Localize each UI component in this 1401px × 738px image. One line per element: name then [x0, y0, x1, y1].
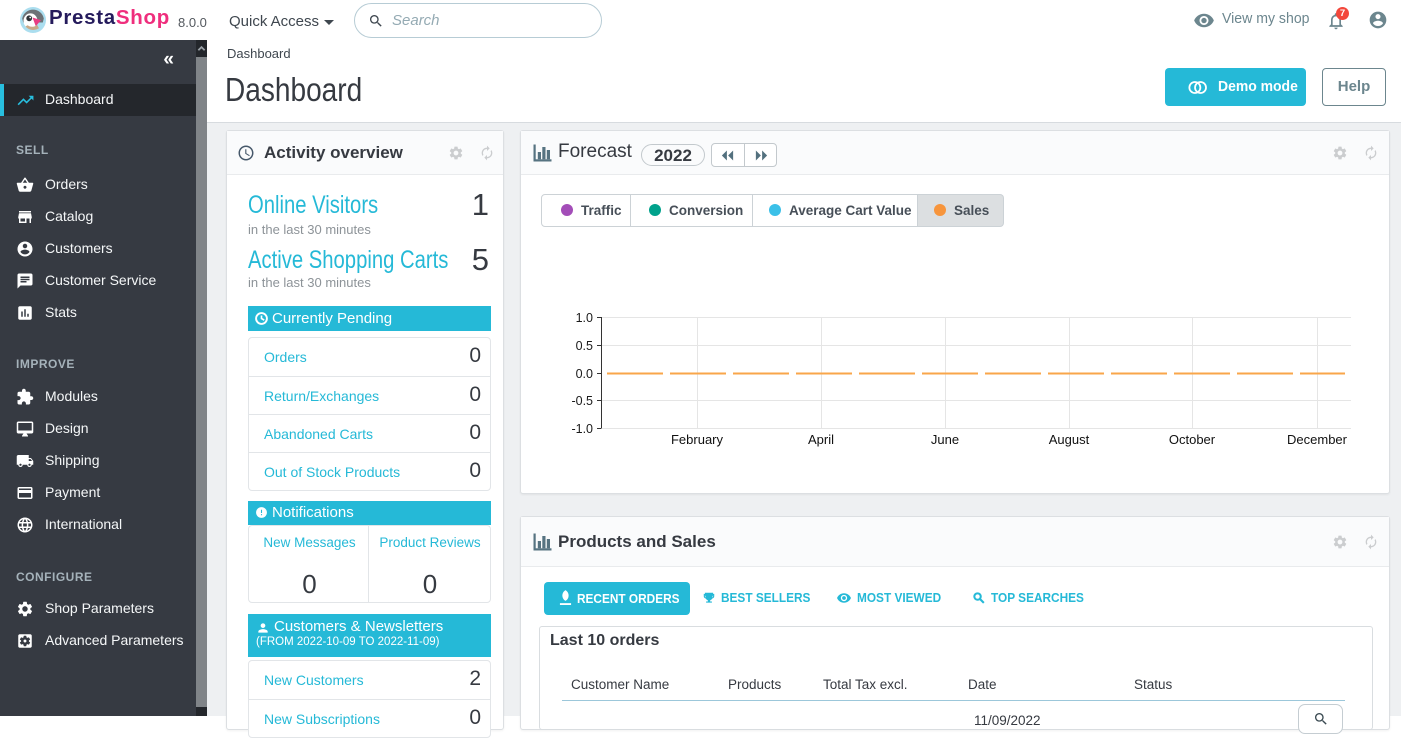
svg-text:0.5: 0.5 — [576, 339, 593, 353]
svg-text:-1.0: -1.0 — [571, 422, 593, 436]
svg-text:June: June — [931, 432, 959, 447]
svg-text:1.0: 1.0 — [576, 311, 593, 325]
svg-text:-0.5: -0.5 — [571, 394, 593, 408]
svg-text:December: December — [1287, 432, 1348, 447]
svg-text:April: April — [808, 432, 834, 447]
svg-text:October: October — [1169, 432, 1216, 447]
svg-text:August: August — [1049, 432, 1090, 447]
svg-text:February: February — [671, 432, 724, 447]
svg-text:0.0: 0.0 — [576, 367, 593, 381]
